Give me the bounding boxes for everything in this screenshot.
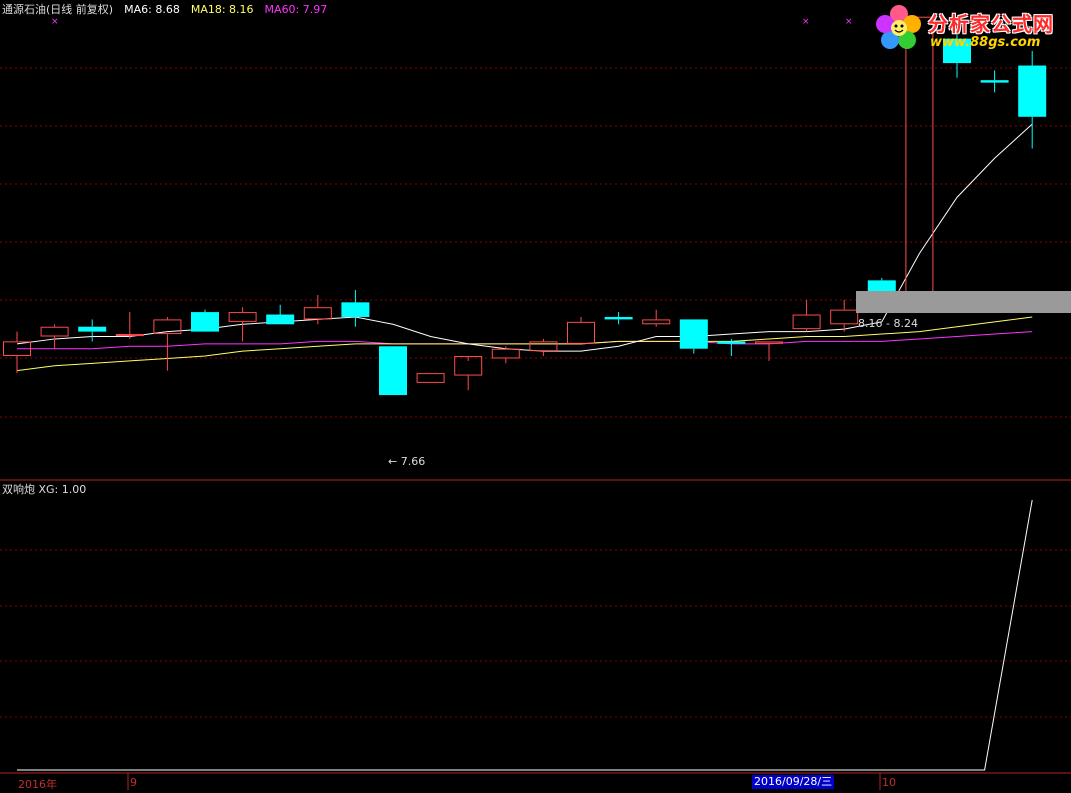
candle[interactable] <box>454 356 483 391</box>
price-range-label: 8.16 - 8.24 <box>858 317 918 330</box>
candle[interactable] <box>980 70 1009 93</box>
candle-body <box>115 334 144 337</box>
candle-body <box>980 80 1009 83</box>
candle[interactable] <box>266 304 295 325</box>
candle-body <box>416 373 445 383</box>
indicator-header: 双响炮 XG: 1.00 <box>2 483 86 497</box>
candle[interactable] <box>529 338 558 357</box>
candle[interactable] <box>3 331 31 374</box>
signal-marker: × <box>802 17 810 27</box>
candle[interactable] <box>40 324 69 349</box>
candle[interactable] <box>905 16 934 308</box>
candle-body <box>792 314 821 330</box>
cursor-date-tip: 2016/09/28/三 <box>752 775 835 789</box>
candle-body <box>379 346 407 396</box>
candle-body <box>303 307 332 320</box>
candle[interactable] <box>679 319 708 354</box>
xg-value: 1.00 <box>61 483 87 496</box>
candle-body <box>191 312 219 332</box>
candle[interactable] <box>228 307 257 342</box>
logo-title: 分析家公式网 <box>928 12 1054 36</box>
x-label-month-10: 10 <box>882 776 896 789</box>
candle-body <box>78 326 107 332</box>
candle-body <box>642 319 671 325</box>
candle-body <box>491 348 520 359</box>
price-range-box <box>856 291 1071 313</box>
candle-body <box>679 319 708 349</box>
candle[interactable] <box>341 290 370 327</box>
ma60-value: 7.97 <box>302 3 328 16</box>
xg-line <box>17 499 1033 771</box>
signal-marker: × <box>51 17 59 27</box>
candle[interactable] <box>191 309 219 332</box>
candle[interactable] <box>604 312 633 325</box>
candle-body <box>40 326 69 337</box>
ma18-label: MA18: <box>190 3 226 16</box>
candle-body <box>830 309 859 325</box>
signal-marker: × <box>845 17 853 27</box>
low-price-label: ← 7.66 <box>388 455 425 468</box>
candle[interactable] <box>567 316 595 344</box>
candle[interactable] <box>78 319 107 342</box>
stock-title: 通源石油(日线 前复权) <box>2 3 114 16</box>
candle[interactable] <box>717 338 746 357</box>
ma60-label: MA60: <box>264 3 300 16</box>
candle-body <box>529 341 558 352</box>
candle[interactable] <box>379 346 407 396</box>
flower-logo-icon <box>876 5 921 49</box>
x-label-month-9: 9 <box>130 776 137 789</box>
candle-body <box>1018 65 1047 117</box>
site-logo: 分析家公式网 www.88gs.com <box>872 2 1070 54</box>
indicator-name: 双响炮 <box>2 483 35 496</box>
logo-url: www.88gs.com <box>930 35 1041 50</box>
candle-body <box>567 321 595 344</box>
candle[interactable] <box>115 312 144 339</box>
ma6-label: MA6: <box>124 3 152 16</box>
x-label-year: 2016年 <box>18 778 57 791</box>
candle[interactable] <box>416 373 445 383</box>
candle-body <box>717 341 746 344</box>
candle-body <box>755 341 783 344</box>
candle[interactable] <box>642 309 671 327</box>
main-chart-header: 通源石油(日线 前复权) MA6: 8.68 MA18: 8.16 MA60: … <box>2 3 327 17</box>
candle-body <box>341 302 370 317</box>
candle[interactable] <box>1018 50 1047 149</box>
candle[interactable] <box>153 316 182 371</box>
ma18-value: 8.16 <box>229 3 254 16</box>
candle[interactable] <box>491 346 520 364</box>
chart-canvas[interactable]: × × × ← 7.66 8.16 - 8.24 <box>0 0 1071 793</box>
xg-label: XG: <box>38 483 59 496</box>
candle-body <box>604 316 633 320</box>
candle-body <box>228 312 257 322</box>
ma6-value: 8.68 <box>155 3 180 16</box>
candle[interactable] <box>792 299 821 332</box>
candle-body <box>905 16 934 308</box>
candle-body <box>266 314 295 325</box>
